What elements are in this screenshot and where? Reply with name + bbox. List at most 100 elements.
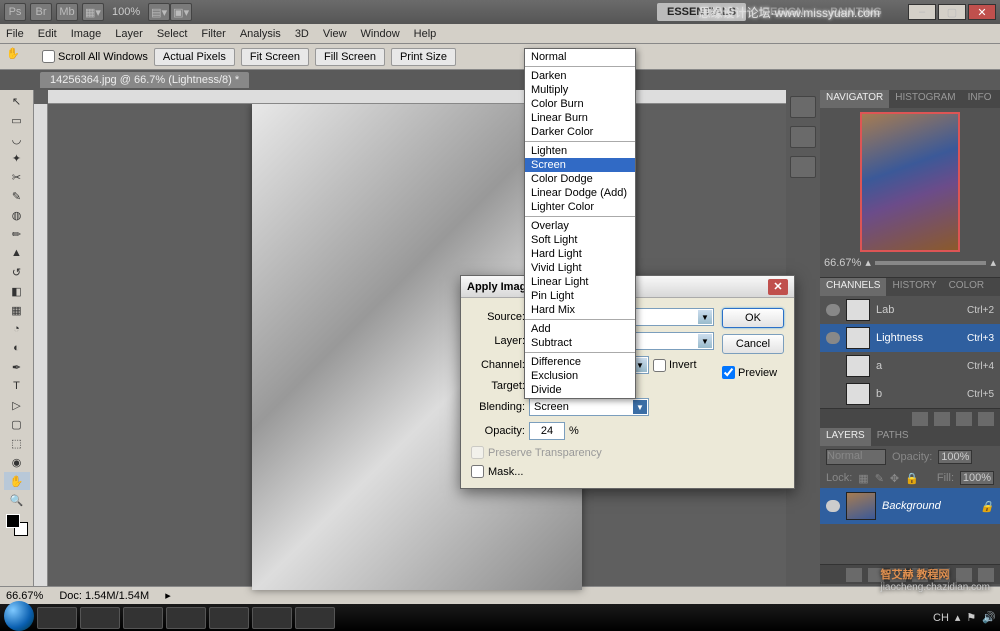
dodge-tool[interactable]: ◐ (4, 339, 30, 357)
task-browser[interactable] (209, 607, 249, 629)
opacity-field[interactable]: 100% (938, 450, 972, 464)
tab-info[interactable]: INFO (962, 90, 998, 108)
ruler-horizontal[interactable] (48, 90, 786, 104)
menu-file[interactable]: File (6, 28, 24, 40)
3d-camera-tool[interactable]: ◉ (4, 453, 30, 471)
task-explorer[interactable] (37, 607, 77, 629)
blend-mode-soft-light[interactable]: Soft Light (525, 233, 635, 247)
dialog-close-icon[interactable]: ✕ (768, 279, 788, 295)
navigator-thumbnail[interactable] (860, 112, 960, 252)
tab-layers[interactable]: LAYERS (820, 428, 871, 446)
eye-icon[interactable] (826, 304, 840, 316)
eye-icon[interactable] (826, 332, 840, 344)
minimize-button[interactable]: – (908, 4, 936, 20)
blend-mode-hard-light[interactable]: Hard Light (525, 247, 635, 261)
maximize-button[interactable]: ▢ (938, 4, 966, 20)
blend-mode-color-dodge[interactable]: Color Dodge (525, 172, 635, 186)
tray-ime-icon[interactable]: CH (933, 612, 949, 624)
stamp-tool[interactable]: ▲ (4, 244, 30, 262)
navigator-zoom-slider[interactable] (875, 261, 987, 265)
menu-image[interactable]: Image (71, 28, 102, 40)
print-size-button[interactable]: Print Size (391, 48, 456, 66)
lock-position-icon[interactable]: ✥ (890, 472, 899, 485)
lasso-tool[interactable]: ◡ (4, 130, 30, 148)
fill-field[interactable]: 100% (960, 471, 994, 485)
menu-help[interactable]: Help (414, 28, 437, 40)
navigator-zoom-value[interactable]: 66.67% (824, 257, 861, 269)
blend-mode-multiply[interactable]: Multiply (525, 83, 635, 97)
channel-b[interactable]: bCtrl+5 (820, 380, 1000, 408)
menu-window[interactable]: Window (361, 28, 400, 40)
menu-layer[interactable]: Layer (115, 28, 143, 40)
actual-pixels-button[interactable]: Actual Pixels (154, 48, 235, 66)
blend-mode-overlay[interactable]: Overlay (525, 219, 635, 233)
task-photoshop[interactable] (166, 607, 206, 629)
channel-lab[interactable]: LabCtrl+2 (820, 296, 1000, 324)
ruler-vertical[interactable] (34, 104, 48, 586)
tab-color[interactable]: COLOR (943, 278, 991, 296)
zoom-tool[interactable]: 🔍 (4, 491, 30, 509)
titlebar-zoom[interactable]: 100% (112, 6, 140, 18)
3d-tool[interactable]: ⬚ (4, 434, 30, 452)
view-extras-icon[interactable]: ▦▾ (82, 3, 104, 21)
opacity-input[interactable] (529, 422, 565, 440)
color-swatch[interactable] (6, 514, 28, 536)
fill-screen-button[interactable]: Fill Screen (315, 48, 385, 66)
load-selection-icon[interactable] (912, 412, 928, 426)
preview-checkbox[interactable]: Preview (722, 366, 784, 379)
new-channel-icon[interactable] (956, 412, 972, 426)
status-zoom[interactable]: 66.67% (6, 590, 43, 602)
tab-navigator[interactable]: NAVIGATOR (820, 90, 889, 108)
document-tab[interactable]: 14256364.jpg @ 66.7% (Lightness/8) * (40, 72, 249, 88)
invert-checkbox[interactable]: Invert (653, 359, 707, 372)
move-tool[interactable]: ↖ (4, 92, 30, 110)
scroll-all-checkbox[interactable]: Scroll All Windows (42, 50, 148, 63)
tray-action-icon[interactable]: ⚑ (966, 611, 976, 624)
channel-a[interactable]: aCtrl+4 (820, 352, 1000, 380)
ok-button[interactable]: OK (722, 308, 784, 328)
arrange-icon[interactable]: ▤▾ (148, 3, 170, 21)
status-doc[interactable]: Doc: 1.54M/1.54M (59, 590, 149, 602)
blend-mode-subtract[interactable]: Subtract (525, 336, 635, 350)
shape-tool[interactable]: ▢ (4, 415, 30, 433)
history-panel-icon[interactable] (790, 126, 816, 148)
channel-lightness[interactable]: LightnessCtrl+3 (820, 324, 1000, 352)
healing-tool[interactable]: ◍ (4, 206, 30, 224)
tab-paths[interactable]: PATHS (871, 428, 915, 446)
bridge-icon[interactable]: Br (30, 3, 52, 21)
history-brush-tool[interactable]: ↺ (4, 263, 30, 281)
eraser-tool[interactable]: ◧ (4, 282, 30, 300)
hand-tool[interactable]: ✋ (4, 472, 30, 490)
blending-combo[interactable]: Screen▼ (529, 398, 649, 416)
tab-channels[interactable]: CHANNELS (820, 278, 886, 296)
brush-tool[interactable]: ✏ (4, 225, 30, 243)
lock-all-icon[interactable]: 🔒 (905, 472, 919, 485)
type-tool[interactable]: T (4, 377, 30, 395)
close-button[interactable]: ✕ (968, 4, 996, 20)
pen-tool[interactable]: ✒ (4, 358, 30, 376)
hand-tool-icon[interactable]: ✋ (6, 47, 36, 67)
layer-background[interactable]: Background 🔒 (820, 488, 1000, 524)
crop-tool[interactable]: ✂ (4, 168, 30, 186)
minibridge-icon[interactable]: Mb (56, 3, 78, 21)
blend-mode-lighten[interactable]: Lighten (525, 144, 635, 158)
task-bridge[interactable] (80, 607, 120, 629)
path-tool[interactable]: ▷ (4, 396, 30, 414)
menu-filter[interactable]: Filter (201, 28, 225, 40)
blend-mode-linear-burn[interactable]: Linear Burn (525, 111, 635, 125)
lock-pixels-icon[interactable]: ✎ (875, 472, 884, 485)
blend-mode-divide[interactable]: Divide (525, 383, 635, 397)
blend-mode-add[interactable]: Add (525, 322, 635, 336)
blend-mode-select[interactable]: Normal (826, 449, 886, 465)
eye-icon[interactable] (826, 500, 840, 512)
fit-screen-button[interactable]: Fit Screen (241, 48, 309, 66)
menu-3d[interactable]: 3D (295, 28, 309, 40)
wand-tool[interactable]: ✦ (4, 149, 30, 167)
blend-mode-lighter-color[interactable]: Lighter Color (525, 200, 635, 214)
actions-panel-icon[interactable] (790, 156, 816, 178)
lock-transparent-icon[interactable]: ▦ (858, 472, 868, 485)
blend-mode-pin-light[interactable]: Pin Light (525, 289, 635, 303)
zoom-out-icon[interactable]: ▴ (865, 256, 871, 269)
task-media[interactable] (252, 607, 292, 629)
blend-mode-darken[interactable]: Darken (525, 69, 635, 83)
